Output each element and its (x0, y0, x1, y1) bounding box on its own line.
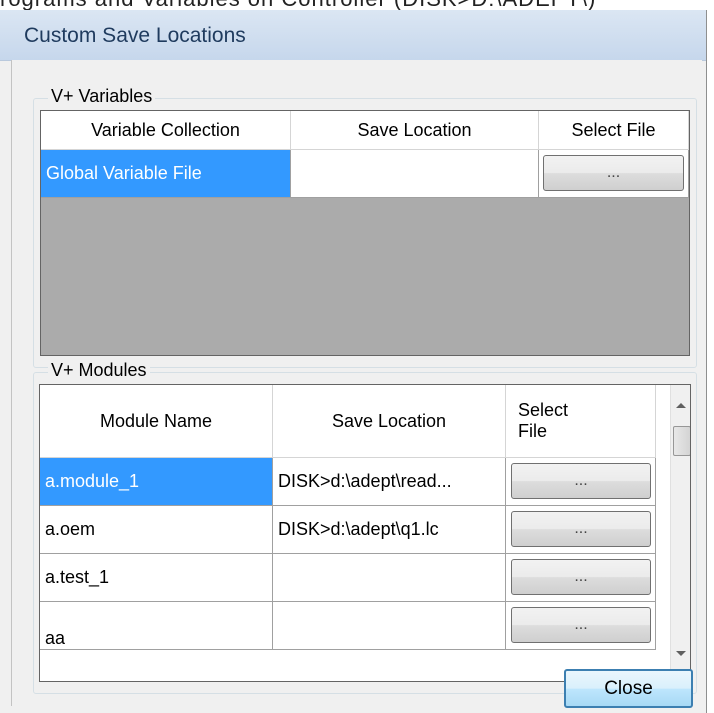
variables-group-label: V+ Variables (48, 86, 156, 107)
table-row-name-cell[interactable]: a.module_1 (40, 458, 273, 506)
column-header-variable-collection[interactable]: Variable Collection (41, 111, 291, 150)
select-file-button[interactable]: ... (543, 155, 684, 191)
modules-group-label: V+ Modules (48, 360, 150, 381)
table-row-collection-cell[interactable]: Global Variable File (41, 150, 291, 198)
column-header-save-location[interactable]: Save Location (291, 111, 539, 150)
select-file-button[interactable]: ... (511, 559, 651, 595)
scroll-down-arrow-icon[interactable] (671, 639, 691, 669)
table-row-name-cell[interactable]: a.test_1 (40, 554, 273, 602)
modules-grid-header: Module Name Save Location Select File (40, 385, 670, 458)
table-row-select-file-cell: ... (506, 602, 656, 650)
table-row-name-cell[interactable]: aa (40, 602, 273, 650)
scroll-up-arrow-icon[interactable] (671, 393, 691, 423)
custom-save-locations-dialog: Custom Save Locations V+ Variables Varia… (0, 10, 707, 713)
column-header-save-location[interactable]: Save Location (273, 385, 506, 458)
modules-vertical-scrollbar[interactable] (670, 385, 691, 681)
table-row-select-file-cell: ... (539, 150, 689, 198)
scrollbar-thumb[interactable] (673, 426, 690, 456)
table-row-save-location-cell[interactable]: DISK>d:\adept\read... (273, 458, 506, 506)
variables-grid[interactable]: Variable Collection Save Location Select… (40, 110, 690, 356)
select-file-button[interactable]: ... (511, 463, 651, 499)
table-row-save-location-cell[interactable] (273, 554, 506, 602)
background-window-title: rograms and Variables on Controller (DIS… (0, 0, 714, 10)
select-file-button[interactable]: ... (511, 511, 651, 547)
column-header-module-name[interactable]: Module Name (40, 385, 273, 458)
close-button[interactable]: Close (564, 669, 693, 708)
variables-grid-header: Variable Collection Save Location Select… (41, 111, 689, 150)
table-row-name-cell[interactable]: a.oem (40, 506, 273, 554)
table-row-select-file-cell: ... (506, 506, 656, 554)
dialog-client-area: V+ Variables Variable Collection Save Lo… (11, 60, 702, 708)
table-row-select-file-cell: ... (506, 458, 656, 506)
table-row-save-location-cell[interactable] (291, 150, 539, 198)
dialog-title: Custom Save Locations (24, 24, 246, 47)
table-row-save-location-cell[interactable] (273, 602, 506, 650)
table-row-select-file-cell: ... (506, 554, 656, 602)
dialog-titlebar[interactable]: Custom Save Locations (0, 10, 706, 61)
table-row-save-location-cell[interactable]: DISK>d:\adept\q1.lc (273, 506, 506, 554)
column-header-select-file[interactable]: Select File (506, 385, 656, 458)
modules-grid[interactable]: Module Name Save Location Select File a.… (39, 384, 691, 682)
column-header-select-file-label: Select File (518, 400, 569, 441)
select-file-button[interactable]: ... (511, 607, 651, 643)
column-header-select-file[interactable]: Select File (539, 111, 689, 150)
